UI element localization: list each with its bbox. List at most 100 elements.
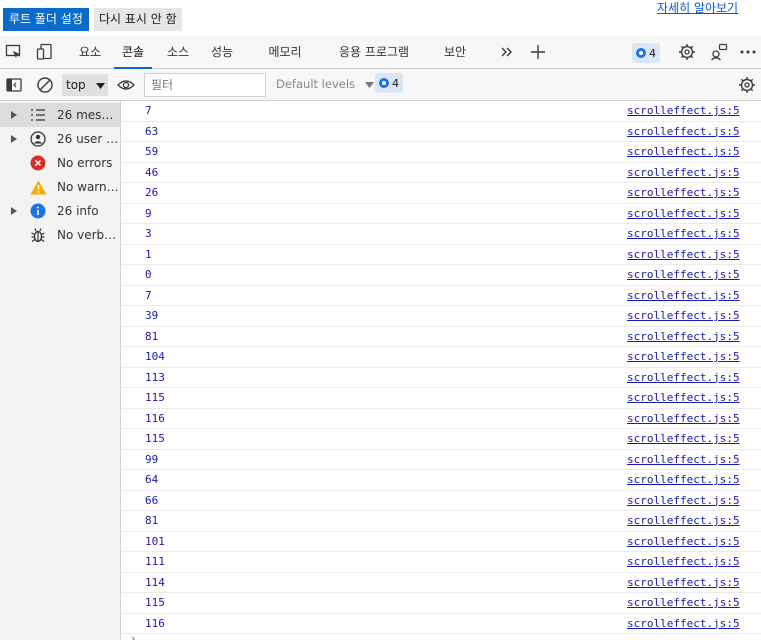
- log-message: 63: [145, 124, 159, 138]
- console-sidebar: 26 messages 26 user messages No errors N…: [0, 101, 121, 640]
- log-source-link[interactable]: scrolleffect.js:5: [627, 535, 740, 548]
- dont-show-again-button[interactable]: 다시 표시 안 함: [94, 8, 182, 31]
- chevron-down-icon: [364, 77, 374, 91]
- log-source-link[interactable]: scrolleffect.js:5: [627, 125, 740, 138]
- more-tabs-icon[interactable]: [497, 42, 517, 62]
- log-levels-dropdown[interactable]: Default levels: [276, 77, 374, 91]
- device-emulation-icon[interactable]: [35, 42, 55, 62]
- console-issues-badge[interactable]: 4: [375, 73, 403, 93]
- tab-memory[interactable]: 메모리: [260, 36, 310, 69]
- feedback-icon[interactable]: [709, 42, 729, 62]
- console-settings-gear-icon[interactable]: [737, 75, 757, 95]
- clear-console-icon[interactable]: [35, 75, 55, 95]
- log-row: 115 scrolleffect.js:5: [121, 429, 761, 450]
- log-message: 114: [145, 575, 165, 589]
- tab-security[interactable]: 보안: [436, 36, 474, 69]
- sidebar-item-verbose[interactable]: No verbose: [0, 223, 120, 247]
- log-source-link[interactable]: scrolleffect.js:5: [627, 248, 740, 261]
- log-source-link[interactable]: scrolleffect.js:5: [627, 350, 740, 363]
- log-source-link[interactable]: scrolleffect.js:5: [627, 371, 740, 384]
- log-source-link[interactable]: scrolleffect.js:5: [627, 289, 740, 302]
- context-label: top: [66, 78, 86, 92]
- chevron-down-icon: [95, 78, 105, 92]
- log-source-link[interactable]: scrolleffect.js:5: [627, 617, 740, 630]
- log-row: 81 scrolleffect.js:5: [121, 327, 761, 347]
- learn-more-link[interactable]: 자세히 알아보기: [657, 0, 738, 16]
- log-message: 26: [145, 186, 159, 199]
- tab-console[interactable]: 콘솔: [114, 36, 152, 69]
- sidebar-item-label: 26 user messages: [57, 132, 119, 146]
- log-message: 39: [145, 309, 159, 322]
- sidebar-item-user-messages[interactable]: 26 user messages: [0, 127, 120, 151]
- log-row: 59 scrolleffect.js:5: [121, 142, 761, 163]
- log-source-link[interactable]: scrolleffect.js:5: [627, 145, 740, 158]
- toggle-sidebar-icon[interactable]: [4, 75, 24, 95]
- log-source-link[interactable]: scrolleffect.js:5: [627, 186, 740, 199]
- log-source-link[interactable]: scrolleffect.js:5: [627, 391, 740, 404]
- log-source-link[interactable]: scrolleffect.js:5: [627, 412, 740, 425]
- log-message: 115: [145, 391, 165, 404]
- log-source-link[interactable]: scrolleffect.js:5: [627, 330, 740, 343]
- filter-input[interactable]: [144, 73, 266, 97]
- log-source-link[interactable]: scrolleffect.js:5: [627, 227, 740, 240]
- log-row: 26 scrolleffect.js:5: [121, 183, 761, 204]
- sidebar-item-messages[interactable]: 26 messages: [0, 103, 120, 127]
- warning-icon: [29, 178, 47, 196]
- expand-arrow-icon[interactable]: [11, 135, 17, 143]
- log-source-link[interactable]: scrolleffect.js:5: [627, 268, 740, 281]
- user-icon: [29, 130, 47, 148]
- log-row: 114 scrolleffect.js:5: [121, 573, 761, 593]
- error-icon: [29, 154, 47, 172]
- log-source-link[interactable]: scrolleffect.js:5: [627, 207, 740, 220]
- live-expression-eye-icon[interactable]: [116, 75, 136, 95]
- log-source-link[interactable]: scrolleffect.js:5: [627, 432, 740, 445]
- log-source-link[interactable]: scrolleffect.js:5: [627, 453, 740, 466]
- inspect-element-icon[interactable]: [4, 42, 24, 62]
- log-row: 115 scrolleffect.js:5: [121, 388, 761, 409]
- log-message: 115: [145, 432, 165, 445]
- log-row: 63 scrolleffect.js:5: [121, 122, 761, 142]
- log-message: 9: [145, 206, 152, 220]
- log-source-link[interactable]: scrolleffect.js:5: [627, 596, 740, 609]
- log-source-link[interactable]: scrolleffect.js:5: [627, 514, 740, 527]
- log-source-link[interactable]: scrolleffect.js:5: [627, 576, 740, 589]
- log-source-link[interactable]: scrolleffect.js:5: [627, 309, 740, 322]
- issues-badge[interactable]: 4: [632, 43, 660, 63]
- log-source-link[interactable]: scrolleffect.js:5: [627, 494, 740, 507]
- log-source-link[interactable]: scrolleffect.js:5: [627, 555, 740, 568]
- context-selector[interactable]: top: [62, 74, 108, 96]
- log-row: 104 scrolleffect.js:5: [121, 347, 761, 368]
- log-source-link[interactable]: scrolleffect.js:5: [627, 104, 740, 117]
- sidebar-item-errors[interactable]: No errors: [0, 151, 120, 175]
- settings-gear-icon[interactable]: [677, 42, 697, 62]
- message-icon: [636, 48, 646, 58]
- log-source-link[interactable]: scrolleffect.js:5: [627, 473, 740, 486]
- set-root-folder-button[interactable]: 루트 폴더 설정: [3, 8, 89, 31]
- log-row: 99 scrolleffect.js:5: [121, 450, 761, 470]
- sidebar-item-label: No errors: [57, 156, 113, 170]
- tab-performance[interactable]: 성능: [202, 36, 242, 69]
- tab-sources[interactable]: 소스: [158, 36, 198, 69]
- log-row: 46 scrolleffect.js:5: [121, 163, 761, 183]
- more-options-icon[interactable]: [738, 42, 758, 62]
- issues-count: 4: [649, 46, 656, 60]
- log-message: 116: [145, 411, 165, 425]
- log-row: 81 scrolleffect.js:5: [121, 511, 761, 532]
- sidebar-item-info[interactable]: 26 info: [0, 199, 120, 223]
- log-source-link[interactable]: scrolleffect.js:5: [627, 166, 740, 179]
- add-tab-icon[interactable]: [528, 42, 548, 62]
- message-icon: [379, 78, 389, 88]
- tab-elements[interactable]: 요소: [69, 36, 111, 69]
- log-message: 64: [145, 473, 159, 486]
- tab-application[interactable]: 응용 프로그램: [328, 36, 420, 69]
- log-row: 113 scrolleffect.js:5: [121, 368, 761, 388]
- log-row: 3 scrolleffect.js:5: [121, 224, 761, 245]
- log-message: 66: [145, 493, 159, 507]
- log-message: 115: [145, 596, 165, 609]
- expand-arrow-icon[interactable]: [11, 111, 17, 119]
- log-message: 81: [145, 514, 159, 527]
- expand-arrow-icon[interactable]: [11, 207, 17, 215]
- log-levels-label: Default levels: [276, 77, 356, 91]
- sidebar-item-warnings[interactable]: No warnings: [0, 175, 120, 199]
- log-row: 116 scrolleffect.js:5: [121, 409, 761, 429]
